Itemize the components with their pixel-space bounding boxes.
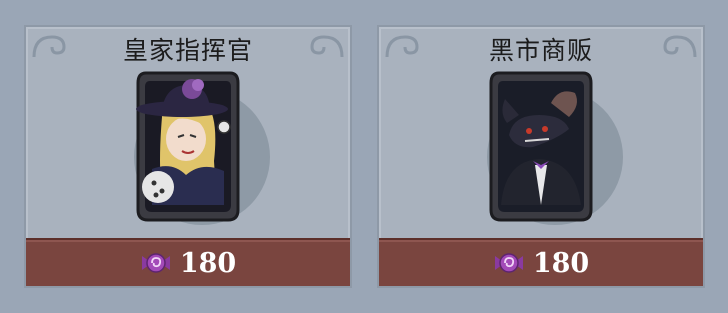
shop-card-black-market-vendor[interactable]: 黑市商贩 180 bbox=[377, 25, 705, 288]
candy-icon bbox=[494, 253, 523, 273]
royal-commander-portrait bbox=[136, 71, 240, 222]
candy-icon bbox=[141, 253, 170, 273]
price-bar[interactable]: 180 bbox=[379, 238, 703, 286]
price-value: 180 bbox=[532, 247, 590, 279]
shop-card-royal-commander[interactable]: 皇家指挥官 180 bbox=[24, 25, 352, 288]
price-value: 180 bbox=[179, 247, 237, 279]
price-bar[interactable]: 180 bbox=[26, 238, 350, 286]
price-display: 180 bbox=[26, 240, 350, 286]
card-title: 黑市商贩 bbox=[488, 36, 593, 65]
card-title: 皇家指挥官 bbox=[122, 36, 253, 65]
black-market-rat-portrait bbox=[489, 71, 593, 222]
price-display: 180 bbox=[379, 240, 703, 286]
